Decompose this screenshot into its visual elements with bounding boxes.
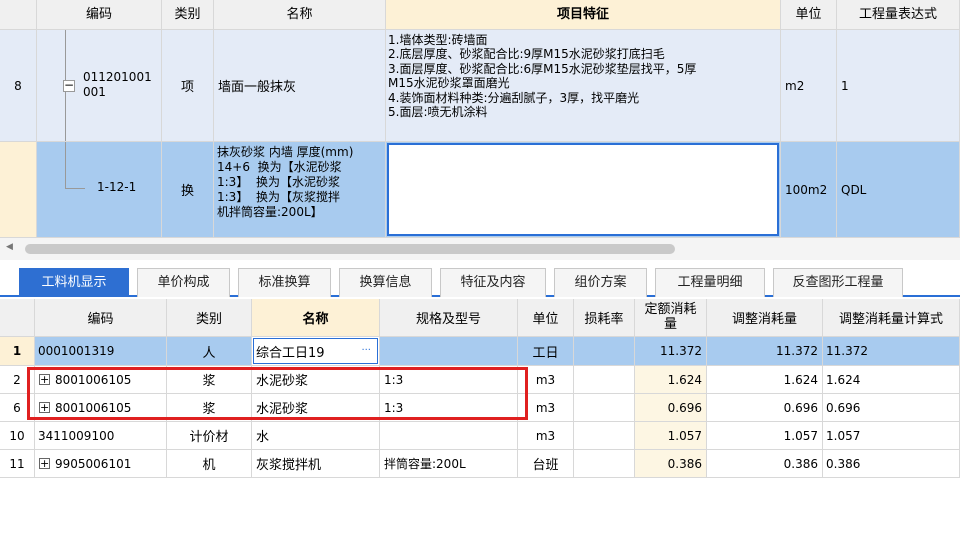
header-expr[interactable]: 工程量表达式 [837, 0, 960, 30]
quota-name[interactable]: 抹灰砂浆 内墙 厚度(mm) 14+6 换为【水泥砂浆 1:3】 换为【水泥砂浆… [214, 142, 386, 238]
resource-spec[interactable] [380, 337, 518, 366]
tab-pricing-scheme[interactable]: 组价方案 [554, 268, 647, 297]
resource-type[interactable]: 人 [167, 337, 252, 366]
row-number[interactable]: 8 [0, 30, 37, 142]
header-spec[interactable]: 规格及型号 [380, 299, 518, 337]
header-unit[interactable]: 单位 [518, 299, 574, 337]
resource-code[interactable]: 0001001319 [35, 337, 167, 366]
resource-loss[interactable] [574, 394, 635, 422]
resource-quota[interactable]: 0.696 [635, 394, 707, 422]
resource-unit[interactable]: 台班 [518, 450, 574, 478]
resource-name[interactable]: 灰浆搅拌机 [252, 450, 380, 478]
header-quota-consumption[interactable]: 定额消耗 量 [635, 299, 707, 337]
highlight-annotation [27, 367, 528, 420]
scroll-left-icon[interactable]: ◀ [6, 242, 13, 252]
tab-reverse-lookup[interactable]: 反查图形工程量 [773, 268, 903, 297]
resource-adjusted[interactable]: 1.057 [707, 422, 823, 450]
resource-unit[interactable]: m3 [518, 422, 574, 450]
header-name[interactable]: 名称 [252, 299, 380, 337]
resource-name: 综合工日19 [256, 345, 325, 361]
list-item-unit[interactable]: m2 [781, 30, 837, 142]
quota-type[interactable]: 换 [162, 142, 214, 238]
features-editor[interactable] [387, 143, 779, 236]
header-rownum [0, 299, 35, 337]
resource-grid: 编码 类别 名称 规格及型号 单位 损耗率 定额消耗 量 调整消耗量 调整消耗量… [0, 299, 960, 558]
resource-code: 9905006101 [55, 456, 132, 471]
row-number[interactable]: 10 [0, 422, 35, 450]
quota-features-cell[interactable] [386, 142, 781, 238]
header-code[interactable]: 编码 [37, 0, 162, 30]
tab-unit-price[interactable]: 单价构成 [137, 268, 230, 297]
resource-adjusted[interactable]: 0.386 [707, 450, 823, 478]
tab-conversion-info[interactable]: 换算信息 [339, 268, 432, 297]
header-features[interactable]: 项目特征 [386, 0, 781, 30]
header-adjust-formula[interactable]: 调整消耗量计算式 [823, 299, 960, 337]
resource-formula[interactable]: 1.624 [823, 366, 960, 394]
list-item-name[interactable]: 墙面一般抹灰 [214, 30, 386, 142]
resource-name-input[interactable]: 综合工日19 ··· [253, 338, 378, 364]
resource-formula[interactable]: 0.696 [823, 394, 960, 422]
header-adjusted-consumption[interactable]: 调整消耗量 [707, 299, 823, 337]
quota-unit[interactable]: 100m2 [781, 142, 837, 238]
resource-loss[interactable] [574, 337, 635, 366]
header-name[interactable]: 名称 [214, 0, 386, 30]
header-type[interactable]: 类别 [162, 0, 214, 30]
resource-quota[interactable]: 0.386 [635, 450, 707, 478]
resource-type[interactable]: 机 [167, 450, 252, 478]
list-item-features[interactable]: 1.墙体类型:砖墙面 2.底层厚度、砂浆配合比:9厚M15水泥砂浆打底扫毛 3.… [386, 30, 781, 142]
resource-type[interactable]: 计价材 [167, 422, 252, 450]
resource-code[interactable]: 3411009100 [35, 422, 167, 450]
row-number[interactable]: 11 [0, 450, 35, 478]
header-rownum [0, 0, 37, 30]
resource-formula[interactable]: 1.057 [823, 422, 960, 450]
resource-name-editor[interactable]: 综合工日19 ··· [252, 337, 380, 366]
list-item-code-cell[interactable]: − 011201001 001 [37, 30, 162, 142]
tab-quantity-detail[interactable]: 工程量明细 [655, 268, 765, 297]
resource-adjusted[interactable]: 1.624 [707, 366, 823, 394]
header-code[interactable]: 编码 [35, 299, 167, 337]
list-item-code: 011201001 001 [83, 70, 152, 99]
resource-unit[interactable]: 工日 [518, 337, 574, 366]
list-item-expr[interactable]: 1 [837, 30, 960, 142]
header-loss-rate[interactable]: 损耗率 [574, 299, 635, 337]
resource-code-cell[interactable]: + 9905006101 [35, 450, 167, 478]
tab-labor-material-machine[interactable]: 工料机显示 [19, 268, 129, 297]
horizontal-scrollbar[interactable]: ◀ [0, 238, 960, 260]
resource-quota[interactable]: 11.372 [635, 337, 707, 366]
more-icon[interactable]: ··· [361, 345, 371, 356]
resource-adjusted[interactable]: 0.696 [707, 394, 823, 422]
scrollbar-thumb[interactable] [25, 244, 675, 254]
resource-name[interactable]: 水 [252, 422, 380, 450]
quota-code-cell[interactable]: 1-12-1 [37, 142, 162, 238]
resource-formula[interactable]: 11.372 [823, 337, 960, 366]
collapse-icon[interactable]: − [63, 79, 75, 92]
expand-icon[interactable]: + [39, 458, 50, 469]
row-number[interactable]: 1 [0, 337, 35, 366]
resource-spec[interactable]: 拌筒容量:200L [380, 450, 518, 478]
tab-standard-conversion[interactable]: 标准换算 [238, 268, 331, 297]
quantity-list-grid: 编码 类别 名称 项目特征 单位 工程量表达式 8 − 011201001 00… [0, 0, 960, 238]
quota-expr[interactable]: QDL [837, 142, 960, 238]
list-item-type[interactable]: 项 [162, 30, 214, 142]
resource-formula[interactable]: 0.386 [823, 450, 960, 478]
row-number-empty[interactable] [0, 142, 37, 238]
tab-features-content[interactable]: 特征及内容 [440, 268, 546, 297]
resource-spec[interactable] [380, 422, 518, 450]
quota-code: 1-12-1 [97, 180, 137, 194]
header-unit[interactable]: 单位 [781, 0, 837, 30]
header-type[interactable]: 类别 [167, 299, 252, 337]
resource-quota[interactable]: 1.624 [635, 366, 707, 394]
resource-loss[interactable] [574, 366, 635, 394]
resource-quota[interactable]: 1.057 [635, 422, 707, 450]
resource-loss[interactable] [574, 450, 635, 478]
resource-adjusted[interactable]: 11.372 [707, 337, 823, 366]
resource-loss[interactable] [574, 422, 635, 450]
detail-tabs: 工料机显示 单价构成 标准换算 换算信息 特征及内容 组价方案 工程量明细 反查… [0, 262, 960, 297]
